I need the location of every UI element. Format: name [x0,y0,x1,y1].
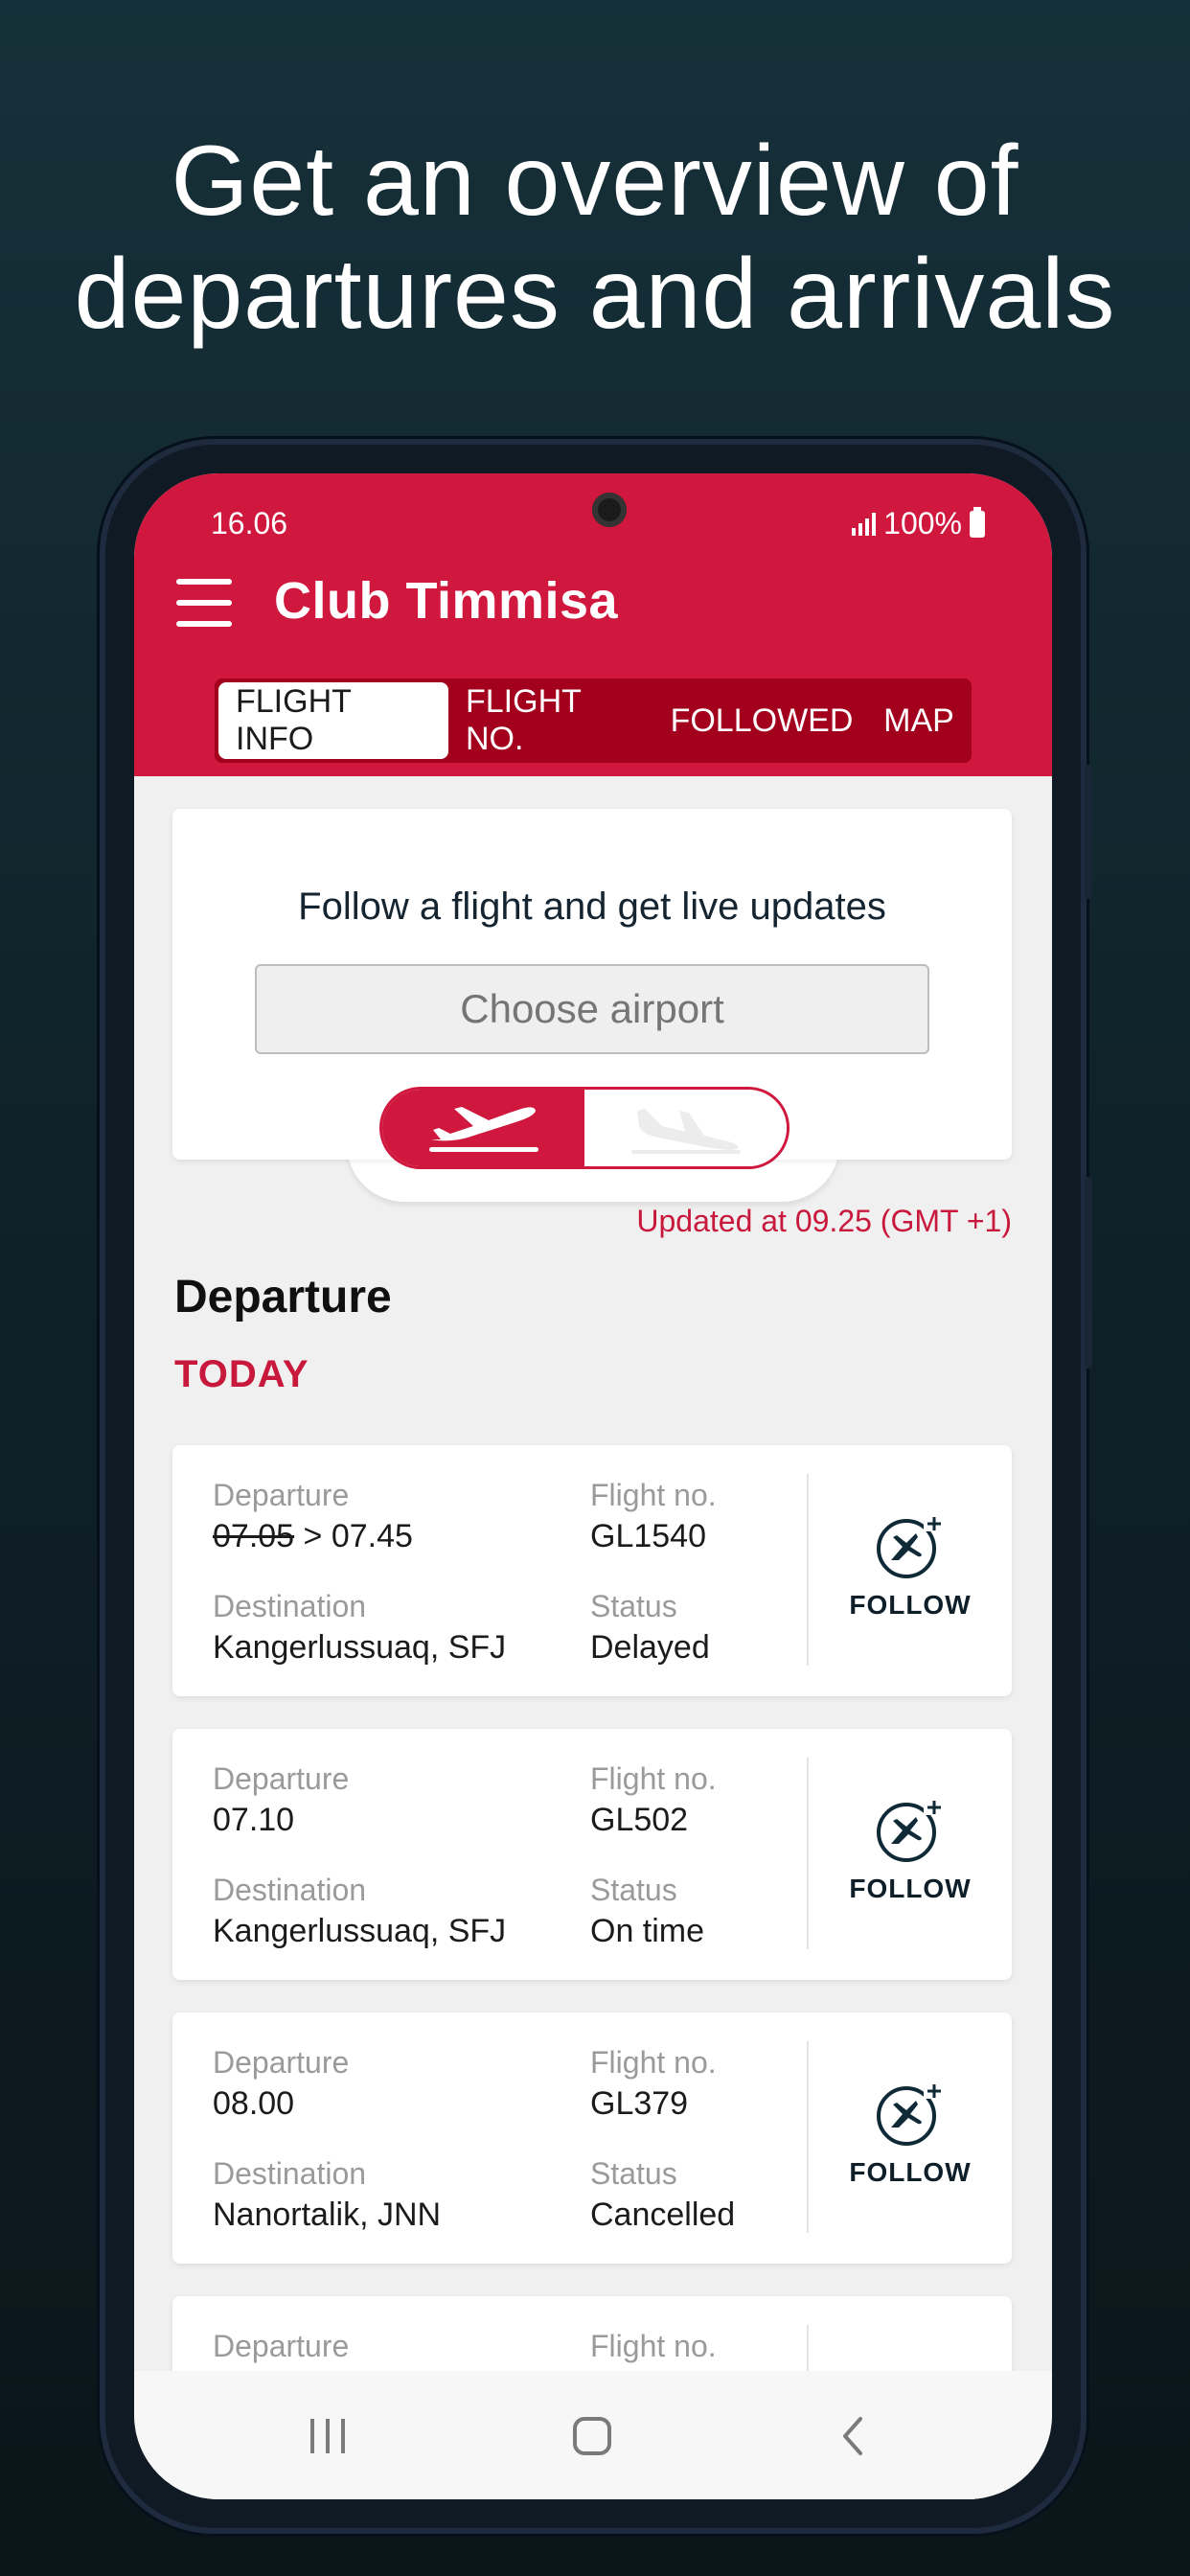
battery-percent: 100% [883,506,962,540]
app-header: 16.06 100% Club Timmisa FLIGHT INFO FLIG… [134,473,1052,776]
home-icon [573,2417,611,2455]
departure-label: Departure [213,2045,350,2080]
destination-value: Nanortalik, JNN [213,2196,442,2233]
card-divider [807,2041,809,2233]
signal-icon [852,512,877,536]
card-divider [807,1474,809,1666]
battery-icon [970,506,985,538]
departure-time: 08.00 [213,2085,295,2122]
follow-card-title: Follow a flight and get live updates [298,886,886,928]
back-icon [843,2417,862,2455]
destination-label: Destination [213,2156,367,2191]
card-divider [807,1758,809,1949]
departure-label: Departure [213,1478,350,1512]
destination-value: Kangerlussuaq, SFJ [213,1629,507,1666]
follow-button[interactable]: FOLLOW [828,1512,993,1637]
status-indicators: 100% [852,506,985,541]
home-button[interactable] [554,2405,630,2467]
volume-button [1085,765,1092,899]
status-label: Status [590,1873,677,1907]
tab-bar: FLIGHT INFO FLIGHT NO. FOLLOWED MAP [215,678,972,763]
headline-line-1: Get an overview of [171,126,1019,237]
flight-no-label: Flight no. [590,1761,717,1796]
power-button [1085,1177,1092,1368]
flight-card: Departure 07.10 Destination Kangerlussua… [172,1729,1012,1980]
follow-label: FOLLOW [849,1874,972,1903]
headline: Get an overview of departures and arriva… [0,125,1190,351]
flight-no-label: Flight no. [590,1478,717,1512]
plane-plus-icon [877,1800,941,1862]
camera-cutout [592,493,627,527]
status-value: On time [590,1913,705,1949]
menu-icon[interactable] [176,579,232,627]
departure-separator: > [294,1518,332,1554]
section-title: Departure [174,1272,392,1322]
destination-value: Kangerlussuaq, SFJ [213,1913,507,1949]
destination-label: Destination [213,1589,367,1623]
follow-button[interactable]: FOLLOW [828,2080,993,2204]
status-value: Delayed [590,1629,710,1666]
system-nav-bar [134,2371,1052,2499]
app-screen: 16.06 100% Club Timmisa FLIGHT INFO FLIG… [134,473,1052,2499]
status-label: Status [590,2156,677,2191]
headline-line-2: departures and arrivals [74,239,1116,350]
departure-time: 07.05 > 07.45 [213,1518,413,1555]
flight-no-label: Flight no. [590,2329,717,2363]
tab-flight-info[interactable]: FLIGHT INFO [218,682,448,759]
plane-landing-icon [630,1109,741,1154]
flight-no-value: GL379 [590,2085,689,2122]
choose-airport-input[interactable] [255,964,929,1054]
follow-button[interactable]: FOLLOW [828,1796,993,1920]
departure-label: Departure [213,1761,350,1796]
status-label: Status [590,1589,677,1623]
day-label: TODAY [174,1353,309,1395]
flight-no-label: Flight no. [590,2045,717,2080]
recents-button[interactable] [289,2405,366,2467]
plane-plus-icon [877,2083,941,2146]
flight-card: Departure 07.05 > 07.45 Destination Kang… [172,1445,1012,1696]
plane-takeoff-icon [428,1107,538,1152]
tab-flight-no[interactable]: FLIGHT NO. [448,682,653,759]
recents-icon [310,2419,345,2453]
status-time: 16.06 [211,506,288,540]
arrivals-toggle[interactable] [584,1090,787,1166]
follow-label: FOLLOW [849,2157,972,2187]
flight-no-value: GL1540 [590,1518,706,1554]
status-value: Cancelled [590,2196,736,2233]
plane-plus-icon [877,1516,941,1578]
departure-arrival-toggle [379,1087,790,1169]
departure-time: 07.10 [213,1802,295,1838]
flight-card: Departure 08.00 Destination Nanortalik, … [172,2012,1012,2264]
new-departure-time: 07.45 [331,1518,413,1554]
departure-label: Departure [213,2329,350,2363]
follow-label: FOLLOW [849,1590,972,1620]
tab-followed[interactable]: FOLLOWED [653,682,870,759]
original-departure-time: 07.05 [213,1518,295,1554]
departures-toggle[interactable] [382,1090,584,1166]
app-title: Club Timmisa [274,572,619,630]
tab-map[interactable]: MAP [870,682,968,759]
destination-label: Destination [213,1873,367,1907]
flight-no-value: GL502 [590,1802,689,1838]
back-button[interactable] [814,2405,891,2467]
phone-frame: 16.06 100% Club Timmisa FLIGHT INFO FLIG… [100,439,1092,2534]
updated-timestamp: Updated at 09.25 (GMT +1) [636,1204,1012,1238]
